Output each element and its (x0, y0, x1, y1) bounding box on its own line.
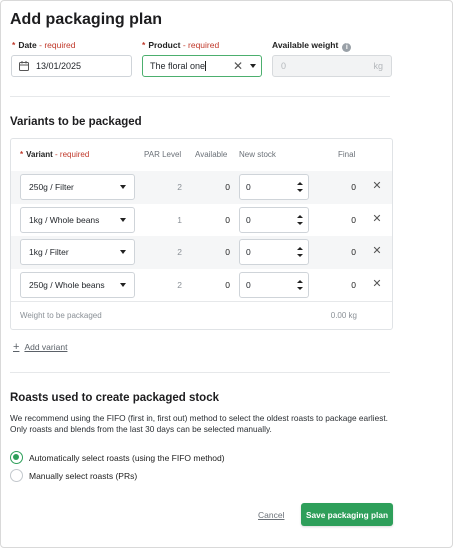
final-column-header: Final (338, 150, 356, 159)
variant-select[interactable]: 250g / Filter (20, 174, 135, 200)
available-value: 0 (225, 280, 230, 290)
divider (10, 372, 390, 373)
variant-select[interactable]: 250g / Whole beans (20, 272, 135, 298)
stepper[interactable] (292, 273, 308, 297)
radio-manual[interactable]: Manually select roasts (PRs) (10, 469, 137, 482)
add-variant-button[interactable]: + Add variant (13, 341, 67, 353)
par-value: 2 (177, 280, 182, 290)
increment-icon (297, 182, 303, 185)
remove-row-icon[interactable]: ✕ (371, 212, 383, 225)
date-input[interactable]: 13/01/2025 (11, 55, 132, 77)
new-stock-column-header: New stock (239, 150, 276, 159)
par-value: 2 (177, 182, 182, 192)
final-value: 0 (351, 215, 356, 225)
variants-table: * Variant - required PAR Level Available … (10, 138, 393, 330)
variants-section-title: Variants to be packaged (10, 116, 142, 128)
weight-placeholder: 0 (281, 61, 287, 71)
row-divider (11, 301, 392, 302)
remove-row-icon[interactable]: ✕ (371, 277, 383, 290)
variant-column-header: * Variant - required (20, 150, 90, 159)
save-button[interactable]: Save packaging plan (301, 503, 393, 526)
variant-select[interactable]: 1kg / Whole beans (20, 207, 135, 233)
par-value: 1 (177, 215, 182, 225)
variant-select[interactable]: 1kg / Filter (20, 239, 135, 265)
available-weight-field: 0 kg (272, 55, 392, 77)
decrement-icon (297, 254, 303, 257)
available-value: 0 (225, 215, 230, 225)
new-stock-input[interactable]: 0 (239, 239, 309, 265)
remove-row-icon[interactable]: ✕ (371, 244, 383, 257)
date-value: 13/01/2025 (36, 61, 82, 71)
required-asterisk: * (12, 40, 16, 50)
increment-icon (297, 215, 303, 218)
page-title: Add packaging plan (10, 11, 163, 28)
table-row: 1kg / Filter 2 0 0 0 ✕ (11, 236, 392, 269)
increment-icon (297, 280, 303, 283)
par-column-header: PAR Level (144, 150, 182, 159)
calendar-icon (19, 61, 29, 71)
remove-row-icon[interactable]: ✕ (371, 179, 383, 192)
new-stock-input[interactable]: 0 (239, 174, 309, 200)
new-stock-input[interactable]: 0 (239, 207, 309, 233)
roasts-section-title: Roasts used to create packaged stock (10, 392, 219, 404)
table-row: 250g / Whole beans 2 0 0 0 ✕ (11, 269, 392, 302)
chevron-down-icon (120, 185, 126, 189)
stepper[interactable] (292, 175, 308, 199)
available-column-header: Available (195, 150, 228, 159)
chevron-down-icon[interactable] (245, 64, 261, 68)
decrement-icon (297, 189, 303, 192)
increment-icon (297, 247, 303, 250)
cancel-button[interactable]: Cancel (258, 510, 284, 520)
weight-label: Available weight i (272, 40, 352, 52)
radio-fifo[interactable]: Automatically select roasts (using the F… (10, 451, 225, 464)
table-row: 250g / Filter 2 0 0 0 ✕ (11, 171, 392, 204)
divider (10, 96, 390, 97)
plus-icon: + (13, 341, 20, 353)
decrement-icon (297, 287, 303, 290)
final-value: 0 (351, 182, 356, 192)
available-value: 0 (225, 247, 230, 257)
clear-icon[interactable]: ✕ (231, 59, 245, 73)
product-select[interactable]: The floral one ✕ (142, 55, 262, 77)
required-asterisk: * (142, 40, 146, 50)
final-value: 0 (351, 280, 356, 290)
radio-selected-icon[interactable] (10, 451, 23, 464)
product-label: * Product - required (142, 40, 220, 50)
radio-unselected-icon[interactable] (10, 469, 23, 482)
product-value: The floral one (150, 60, 206, 71)
weight-to-package-value: 0.00 kg (330, 311, 357, 320)
info-icon[interactable]: i (342, 43, 352, 52)
stepper[interactable] (292, 240, 308, 264)
stepper[interactable] (292, 208, 308, 232)
roasts-description: We recommend using the FIFO (first in, f… (10, 413, 388, 434)
decrement-icon (297, 222, 303, 225)
chevron-down-icon (120, 218, 126, 222)
chevron-down-icon (120, 250, 126, 254)
par-value: 2 (177, 247, 182, 257)
weight-unit: kg (373, 61, 383, 71)
new-stock-input[interactable]: 0 (239, 272, 309, 298)
table-row: 1kg / Whole beans 1 0 0 0 ✕ (11, 204, 392, 237)
chevron-down-icon (120, 283, 126, 287)
final-value: 0 (351, 247, 356, 257)
weight-to-package-label: Weight to be packaged (20, 311, 102, 320)
date-label: * Date - required (12, 40, 76, 50)
text-cursor (205, 61, 207, 72)
available-value: 0 (225, 182, 230, 192)
